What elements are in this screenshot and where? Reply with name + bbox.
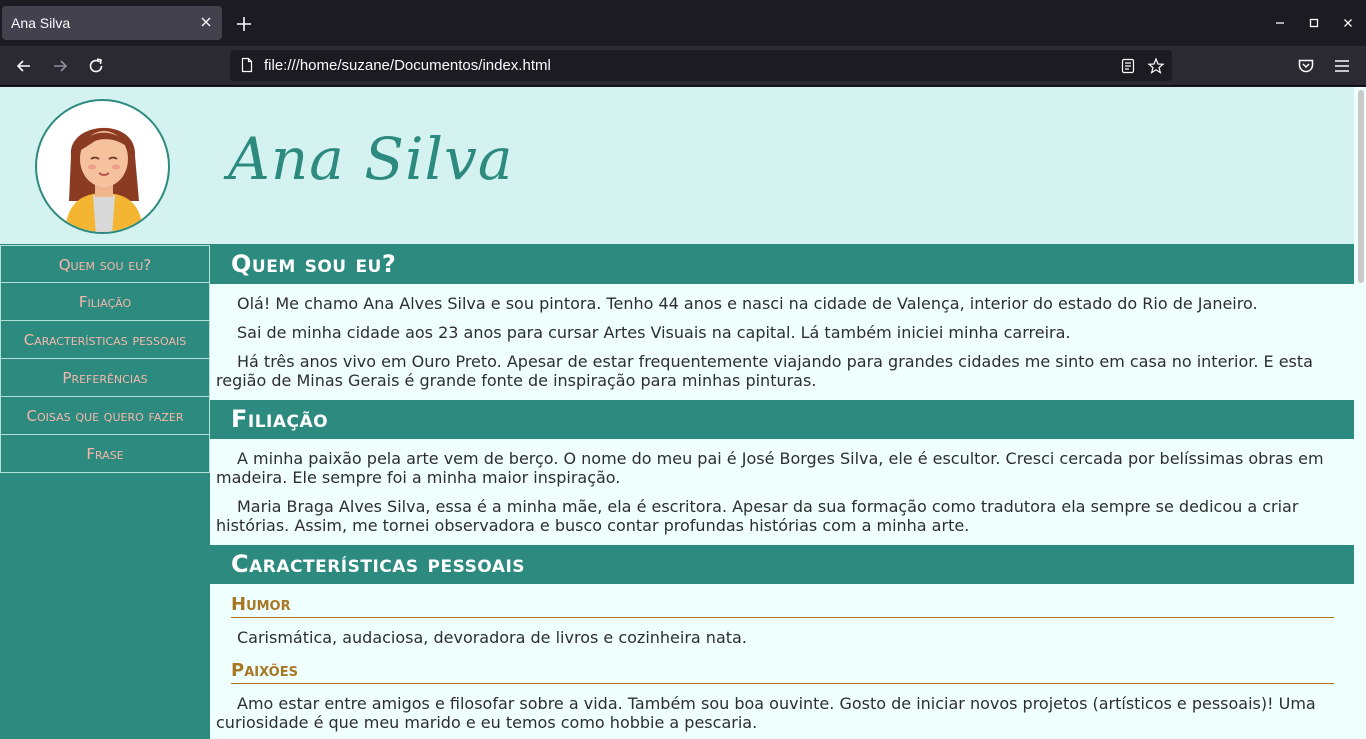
avatar-illustration: [65, 127, 143, 232]
tab-title: Ana Silva: [11, 15, 71, 31]
reader-view-icon[interactable]: [1119, 57, 1137, 75]
menu-item-coisas-que-quero-fazer[interactable]: Coisas que quero fazer: [0, 397, 210, 435]
reload-icon[interactable]: [86, 56, 106, 76]
sidebar-menu: Quem sou eu? Filiação Características pe…: [0, 245, 210, 739]
paragraph: Sai de minha cidade aos 23 anos para cur…: [237, 323, 1071, 342]
menu-icon[interactable]: [1332, 56, 1352, 76]
back-icon[interactable]: [14, 56, 34, 76]
paragraph: A minha paixão pela arte vem de berço. O…: [216, 449, 1324, 487]
section-heading-caracteristicas: Características pessoais: [210, 545, 1354, 584]
web-page: Ana Silva Quem sou eu? Filiação Caracter…: [0, 87, 1366, 739]
browser-tab[interactable]: Ana Silva: [2, 6, 222, 40]
section-heading-filiacao: Filiação: [210, 400, 1354, 439]
scrollbar-thumb[interactable]: [1358, 90, 1364, 283]
menu-item-quem-sou-eu[interactable]: Quem sou eu?: [0, 245, 210, 283]
site-title: Ana Silva: [228, 125, 514, 193]
pocket-icon[interactable]: [1296, 56, 1316, 76]
main-content: Quem sou eu? Olá! Me chamo Ana Alves Sil…: [210, 245, 1354, 739]
paragraph: Amo estar entre amigos e filosofar sobre…: [216, 694, 1316, 732]
paragraph: Carismática, audaciosa, devoradora de li…: [237, 628, 747, 647]
subheading-paixoes: Paixões: [231, 660, 1334, 684]
close-tab-icon[interactable]: [199, 15, 213, 29]
page-header: Ana Silva: [0, 87, 1354, 245]
avatar: [35, 99, 170, 234]
paragraph: Há três anos vivo em Ouro Preto. Apesar …: [216, 352, 1313, 390]
menu-item-frase[interactable]: Frase: [0, 435, 210, 473]
tab-bar: Ana Silva: [0, 0, 1366, 46]
menu-item-filiacao[interactable]: Filiação: [0, 283, 210, 321]
navigation-bar: file:///home/suzane/Documentos/index.htm…: [0, 46, 1366, 86]
bookmark-star-icon[interactable]: [1147, 57, 1165, 75]
forward-icon[interactable]: [50, 56, 70, 76]
menu-item-caracteristicas[interactable]: Características pessoais: [0, 321, 210, 359]
paragraph: Olá! Me chamo Ana Alves Silva e sou pint…: [237, 294, 1258, 313]
subheading-humor: Humor: [231, 594, 1334, 618]
minimize-icon[interactable]: [1272, 15, 1288, 31]
page-icon: [241, 57, 253, 73]
section-heading-quem-sou-eu: Quem sou eu?: [210, 245, 1354, 284]
close-window-icon[interactable]: [1340, 15, 1356, 31]
paragraph: Maria Braga Alves Silva, essa é a minha …: [216, 497, 1299, 535]
new-tab-icon[interactable]: [234, 14, 254, 34]
maximize-icon[interactable]: [1306, 15, 1322, 31]
scrollbar[interactable]: [1354, 87, 1366, 739]
url-text: file:///home/suzane/Documentos/index.htm…: [264, 57, 551, 74]
menu-item-preferencias[interactable]: Preferências: [0, 359, 210, 397]
url-bar[interactable]: file:///home/suzane/Documentos/index.htm…: [230, 50, 1172, 81]
